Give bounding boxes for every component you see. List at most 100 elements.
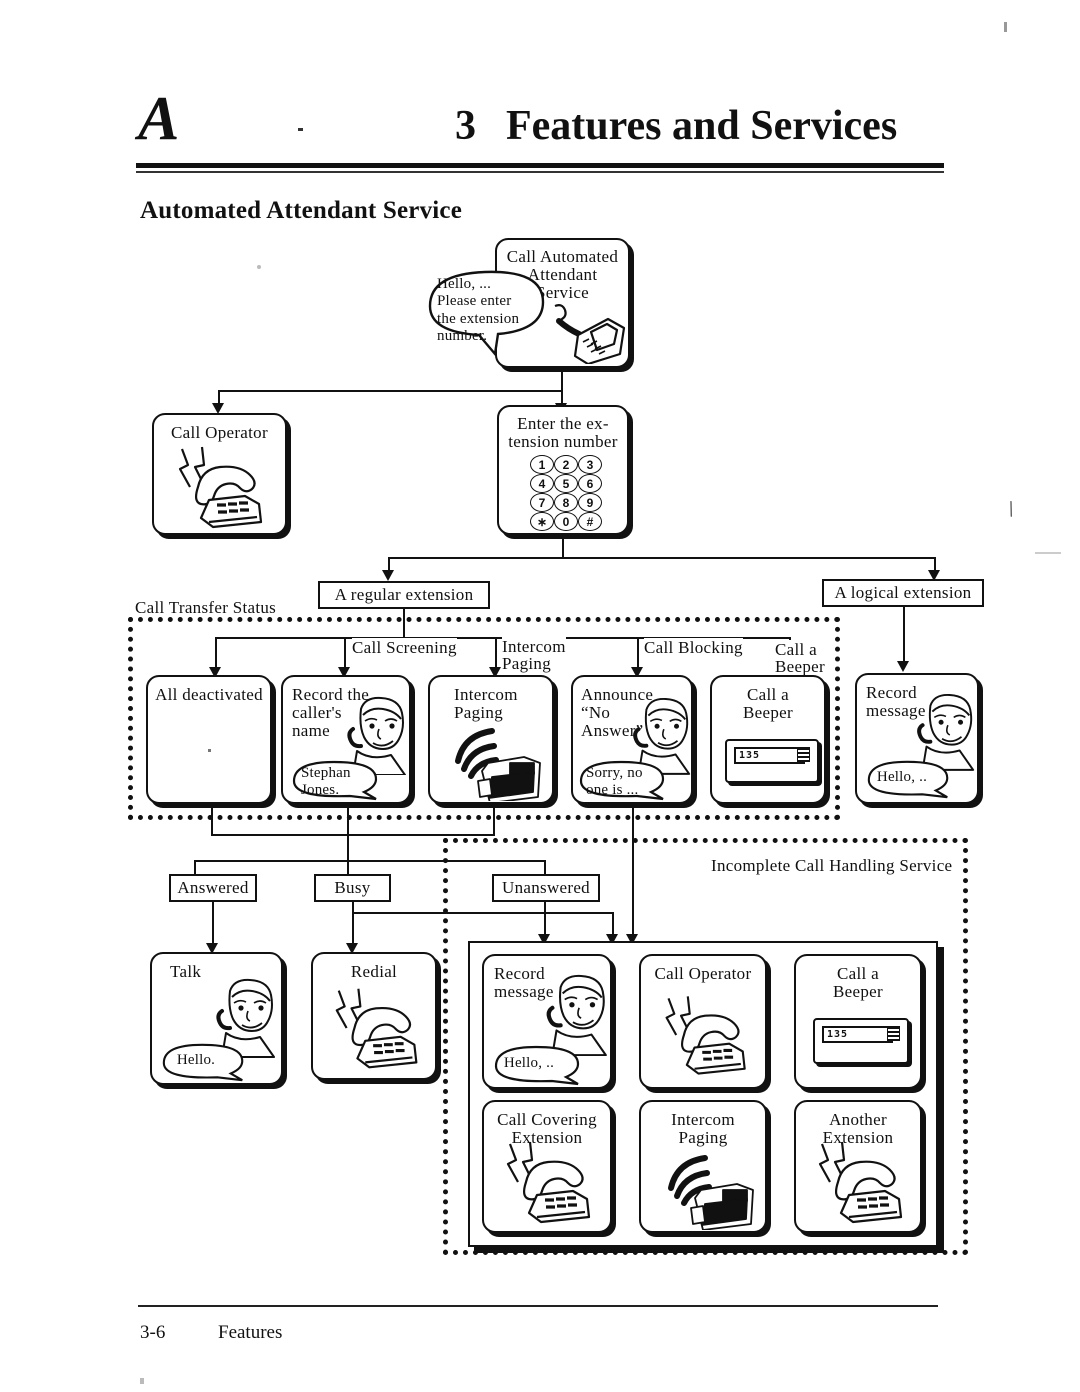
key-pound[interactable]: # [578,512,602,531]
bubble-line-2: one is ... [586,782,639,799]
key-2[interactable]: 2 [554,455,578,474]
speech-bubble-hello-text: Hello, .. [876,769,928,785]
connector-drop-4 [637,637,639,670]
keypad-row-3: 7 8 9 [530,493,602,512]
node-title-line1: Call a [837,964,879,983]
call-transfer-status-label: Call Transfer Status [135,598,277,618]
node-unanswered: Unanswered [492,874,600,902]
node-call-operator-incomplete: Call Operator [639,954,767,1089]
connector-busy-right [352,912,614,914]
beeper-speaker-grill [797,747,810,762]
scan-artifact-top-right [1004,22,1007,32]
node-title-line1: Enter the ex- [517,414,609,433]
desk-phone-icon [554,304,626,364]
connector-regular-down [403,609,405,637]
node-call-a-beeper-incomplete: Call a Beeper 135 [794,954,922,1089]
key-5[interactable]: 5 [554,474,578,493]
node-call-operator: Call Operator [152,413,287,535]
connector-drop-1 [215,637,217,670]
header-speck [298,128,303,131]
chapter-letter: A [138,85,179,153]
connector-deactivated-down [211,804,213,836]
node-title-line2: tension number [508,432,618,451]
connector-ext-bus [388,557,936,559]
header-rule-thin [136,171,944,173]
keypad-row-2: 4 5 6 [530,474,602,493]
key-1[interactable]: 1 [530,455,554,474]
ringing-phone-icon [818,1141,903,1224]
key-star[interactable]: ∗ [530,512,554,531]
scan-speck-1 [257,265,261,269]
node-title-line2: Paging [678,1128,728,1147]
key-0[interactable]: 0 [554,512,578,531]
paging-console-icon [668,1155,754,1230]
node-record-message: Record message Hello, .. [482,954,612,1089]
speech-bubble-hello-text: Hello, .. [503,1055,555,1071]
node-title-line1: Intercom [671,1110,735,1129]
node-title-line2: Beeper [743,703,793,722]
node-intercom-paging-transfer: Intercom Paging [428,675,554,804]
connector-busy-down [352,902,354,946]
node-enter-extension: Enter the ex- tension number 1 2 3 4 5 6… [497,405,629,535]
node-announce-no-answer: Announce “No Answer” Sorry, no one is ..… [571,675,693,804]
dial-keypad[interactable]: 1 2 3 4 5 6 7 8 9 ∗ 0 # [530,455,602,531]
scan-artifact-right: \ [1004,495,1018,522]
node-title-line2: Beeper [833,982,883,1001]
node-title-line1: Intercom [454,685,518,704]
speech-bubble-name-text: Stephan Jones. [301,765,371,800]
node-regular-extension-label: A regular extension [334,585,474,604]
document-page: A 3 Features and Services Automated Atten… [0,0,1080,1392]
footer-page-number: 3-6 [140,1322,166,1343]
header-rule-thick [136,163,944,168]
connector-intercom-down [493,804,495,836]
node-redial: Redial [311,952,437,1080]
ringing-phone-icon [665,996,746,1075]
branch-label-call-blocking: Call Blocking [644,638,743,658]
bubble-line-1: Stephan [301,765,351,781]
node-call-a-beeper-transfer: Call a Beeper 135 [710,675,826,804]
connector-unanswered-down [544,902,546,937]
speech-bubble-hello-text: Hello. [176,1052,216,1068]
node-logical-extension-label: A logical extension [834,583,972,602]
branch-label-call-screening: Call Screening [352,638,457,658]
node-regular-extension: A regular extension [318,581,490,609]
section-title: Automated Attendant Service [140,197,463,224]
node-busy: Busy [314,874,391,902]
connector-drop-3 [495,637,497,670]
connector-ext-down [562,535,564,557]
connector-merge-down [347,834,349,860]
arrow-to-regular [382,570,394,581]
beeper-icon: 135 [725,739,819,783]
node-all-deactivated: All deactivated [146,675,272,804]
node-another-extension: Another Extension [794,1100,922,1233]
scan-speck-3 [1035,552,1061,554]
key-8[interactable]: 8 [554,493,578,512]
node-title: Call Operator [171,423,268,442]
chapter-number: 3 [455,103,476,149]
connector-announce-down [632,804,634,825]
key-3[interactable]: 3 [578,455,602,474]
connector-record-down [347,804,349,836]
footer-label: Features [218,1322,283,1343]
connector-announce-to-handling [632,825,634,937]
node-intercom-paging-incomplete: Intercom Paging [639,1100,767,1233]
node-busy-label: Busy [334,878,371,897]
bubble-line-4: number. [437,327,488,344]
arrow-logical-down [897,661,909,672]
beeper-icon: 135 [813,1018,909,1064]
key-9[interactable]: 9 [578,493,602,512]
key-6[interactable]: 6 [578,474,602,493]
connector-merge-bus [211,834,495,836]
node-answered: Answered [169,874,257,902]
key-4[interactable]: 4 [530,474,554,493]
branch-label-intercom-paging-line2: Paging [502,654,552,674]
bubble-line-2: Please enter [437,293,512,310]
bubble-line-1: Hello, ... [437,276,492,292]
key-7[interactable]: 7 [530,493,554,512]
node-logical-extension: A logical extension [822,579,984,607]
node-title-line1: Call Covering [497,1110,597,1129]
branch-label-call-a-beeper-line2: Beeper [775,657,825,677]
speech-bubble-no-answer-text: Sorry, no one is ... [586,765,662,800]
node-record-callers-name: Record the caller's name Stephan Jones. [281,675,411,804]
node-call-covering-extension: Call Covering Extension [482,1100,612,1233]
